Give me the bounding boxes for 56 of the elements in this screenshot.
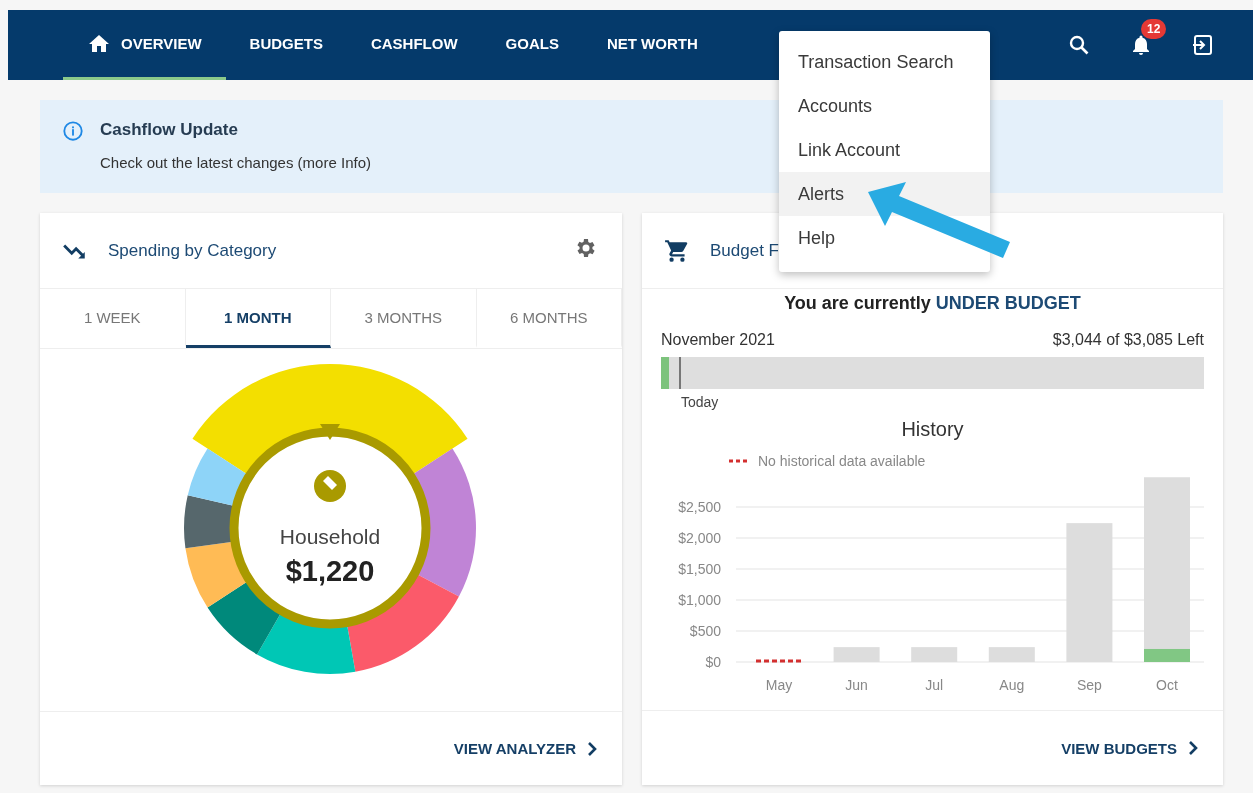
budget-status-value: UNDER BUDGET	[935, 293, 1081, 314]
card-title: Budget F	[710, 240, 779, 261]
banner-title: Cashflow Update	[100, 120, 239, 140]
donut-slice[interactable]	[257, 612, 356, 674]
y-axis-label: $0	[705, 654, 721, 670]
donut-slice[interactable]	[184, 495, 235, 549]
legend-dash-icon	[728, 459, 748, 463]
y-axis-label: $1,500	[678, 561, 721, 577]
x-axis-label: Jun	[845, 677, 868, 693]
nav-tab[interactable]: BUDGETS	[225, 10, 347, 80]
chevron-right-icon[interactable]	[1187, 740, 1199, 756]
donut-slice[interactable]	[185, 541, 248, 608]
y-axis-label: $2,000	[678, 530, 721, 546]
view-analyzer-link[interactable]: VIEW ANALYZER	[453, 740, 576, 757]
category-label: Household	[279, 525, 381, 549]
notification-badge: 12	[1141, 19, 1167, 39]
menu-item[interactable]: Link Account	[779, 128, 990, 172]
search-icon[interactable]	[1067, 33, 1091, 57]
nav-tab[interactable]: OVERVIEW	[63, 10, 226, 80]
no-data-marker	[756, 659, 802, 663]
card-title: Spending by Category	[108, 240, 277, 261]
y-axis-label: $2,500	[678, 499, 721, 515]
category-amount: $1,220	[285, 555, 375, 588]
chevron-right-icon[interactable]	[586, 740, 598, 757]
y-axis-label: $1,000	[678, 592, 721, 608]
legend-text: No historical data available	[758, 453, 926, 469]
x-axis-label: May	[765, 677, 793, 693]
y-axis-label: $500	[689, 623, 721, 639]
nav-tab[interactable]: NET WORTH	[582, 10, 722, 80]
donut-slice[interactable]	[207, 581, 281, 655]
period-tab[interactable]: 1 MONTH	[185, 289, 331, 348]
period-tab[interactable]: 1 WEEK	[40, 289, 186, 348]
menu-item[interactable]: Accounts	[779, 84, 990, 128]
menu-item[interactable]: Help	[779, 216, 990, 260]
logout-icon[interactable]	[1191, 33, 1215, 57]
donut-slice[interactable]	[412, 448, 476, 597]
today-label: Today	[681, 394, 720, 410]
cart-icon	[664, 237, 690, 264]
today-marker	[679, 357, 681, 389]
menu-item[interactable]: Transaction Search	[779, 40, 990, 84]
history-title: History	[900, 418, 965, 441]
nav-tab[interactable]: GOALS	[481, 10, 583, 80]
tag-icon	[314, 470, 346, 502]
view-budgets-link[interactable]: VIEW BUDGETS	[1061, 739, 1177, 757]
banner-text: Check out the latest changes (more Info)	[100, 154, 371, 171]
remaining-amount: $3,044 of $3,085 Left	[1052, 331, 1204, 349]
nav-tab[interactable]: CASHFLOW	[346, 10, 482, 80]
donut-slice[interactable]	[187, 448, 248, 506]
x-axis-label: Aug	[999, 677, 1025, 693]
info-icon	[62, 120, 84, 142]
x-axis-label: Sep	[1076, 677, 1102, 693]
month-label: November 2021	[661, 331, 775, 349]
donut-slice[interactable]	[192, 364, 468, 475]
budget-status-text: You are currently	[784, 293, 931, 314]
x-axis-label: Oct	[1156, 677, 1178, 693]
x-axis-label: Jul	[925, 677, 944, 693]
